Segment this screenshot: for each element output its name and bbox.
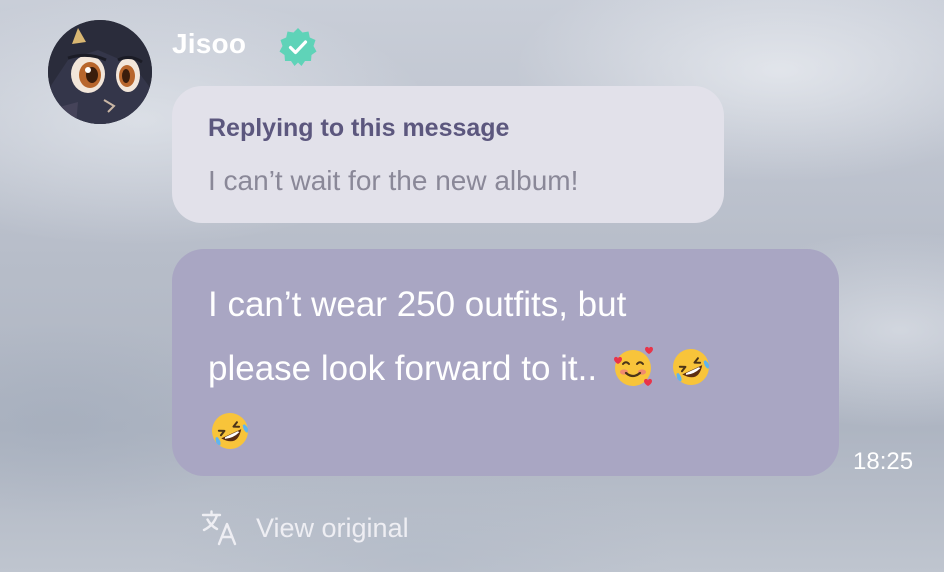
- reply-preview[interactable]: Replying to this message I can’t wait fo…: [172, 86, 724, 223]
- view-original-button[interactable]: View original: [200, 508, 409, 548]
- rolling-on-floor-laughing-emoji: [669, 345, 713, 389]
- reply-quoted-text: I can’t wait for the new album!: [208, 165, 579, 196]
- cat-avatar-icon: [48, 20, 152, 124]
- smiling-face-with-hearts-emoji: [611, 345, 655, 389]
- rolling-on-floor-laughing-emoji: [208, 409, 252, 453]
- sender-name: Jisoo: [172, 28, 247, 59]
- message-text: I can’t wear 250 outfits, but please loo…: [208, 273, 808, 465]
- message-bubble[interactable]: I can’t wear 250 outfits, but please loo…: [172, 249, 839, 476]
- message-line-1: I can’t wear 250 outfits, but: [208, 285, 627, 324]
- translate-icon: [200, 508, 240, 548]
- message-timestamp: 18:25: [853, 448, 914, 475]
- avatar[interactable]: [48, 20, 152, 124]
- reply-title: Replying to this message: [208, 114, 510, 142]
- message-line-2: please look forward to it..: [208, 349, 598, 388]
- verified-badge-icon: [277, 26, 319, 68]
- view-original-label: View original: [256, 512, 409, 543]
